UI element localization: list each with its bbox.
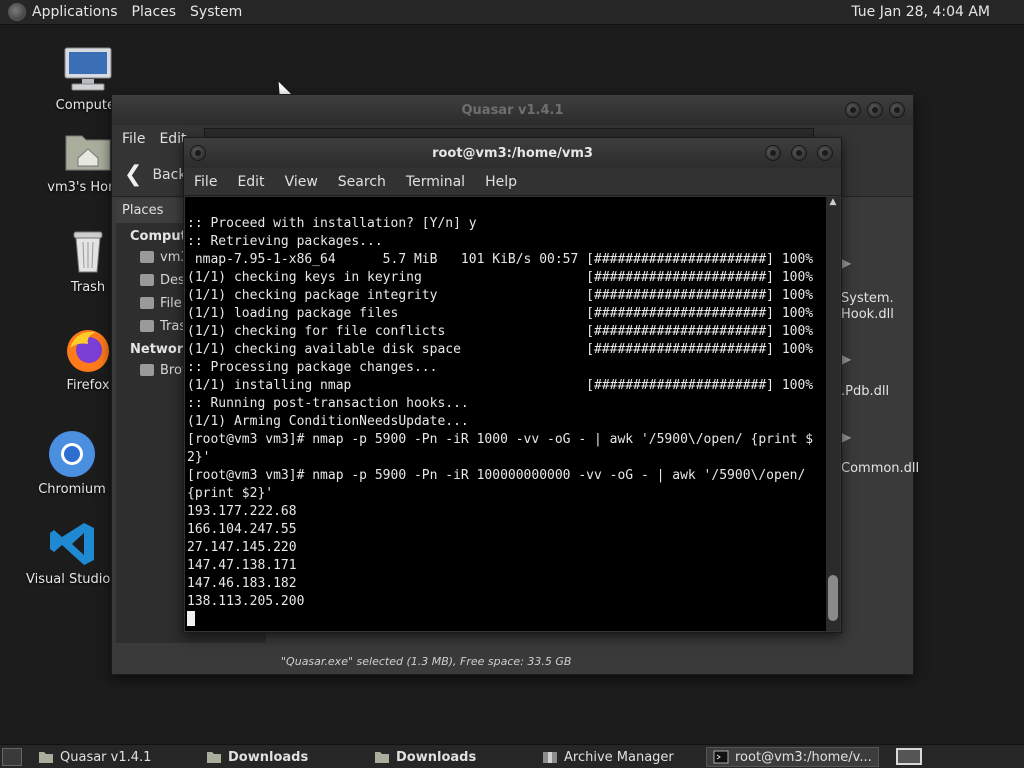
computer-icon xyxy=(62,46,114,94)
maximize-button[interactable] xyxy=(867,102,883,118)
folder-icon xyxy=(375,752,389,763)
terminal-line: (1/1) checking keys in keyring [########… xyxy=(187,270,814,285)
file-label[interactable]: System. xyxy=(841,291,894,306)
desktop-icon-vscode[interactable]: Visual Studio Co xyxy=(26,520,132,587)
terminal-titlebar[interactable]: root@vm3:/home/vm3 xyxy=(184,138,841,168)
terminal-line: 193.177.222.68 xyxy=(187,504,297,519)
file-label[interactable]: .Pdb.dll xyxy=(841,384,889,399)
terminal-menubar: File Edit View Search Terminal Help xyxy=(184,168,841,196)
drive-icon xyxy=(140,297,154,309)
chromium-icon xyxy=(46,430,98,478)
terminal-line: :: Processing package changes... xyxy=(187,360,438,375)
terminal-line: (1/1) checking for file conflicts [#####… xyxy=(187,324,814,339)
trash-icon xyxy=(140,320,154,332)
menu-system[interactable]: System xyxy=(190,4,242,20)
close-button[interactable] xyxy=(889,102,905,118)
taskbar-item-archive-manager[interactable]: Archive Manager xyxy=(542,747,674,767)
menu-file[interactable]: File xyxy=(122,131,145,147)
terminal-line: 27.147.145.220 xyxy=(187,540,297,555)
taskbar-item-label: Quasar v1.4.1 xyxy=(60,749,152,765)
terminal-scrollbar[interactable]: ▲ xyxy=(826,197,840,631)
trash-icon xyxy=(62,228,114,276)
terminal-line: :: Running post-transaction hooks... xyxy=(187,396,469,411)
applications-logo-icon[interactable] xyxy=(8,3,26,21)
terminal-window[interactable]: root@vm3:/home/vm3 File Edit View Search… xyxy=(183,137,842,633)
terminal-line: [root@vm3 vm3]# nmap -p 5900 -Pn -iR 100… xyxy=(187,468,806,483)
folder-icon xyxy=(207,752,221,763)
taskbar-item-downloads-2[interactable]: Downloads xyxy=(374,747,476,767)
close-button[interactable] xyxy=(817,145,833,161)
home-icon xyxy=(140,251,154,263)
status-bar: "Quasar.exe" selected (1.3 MB), Free spa… xyxy=(281,655,572,668)
terminal-line: 147.47.138.171 xyxy=(187,558,297,573)
terminal-line: :: Proceed with installation? [Y/n] y xyxy=(187,216,477,231)
terminal-line: nmap-7.95-1-x86_64 5.7 MiB 101 KiB/s 00:… xyxy=(187,252,814,267)
terminal-line: (1/1) Arming ConditionNeedsUpdate... xyxy=(187,414,469,429)
vscode-icon xyxy=(48,520,100,568)
show-desktop-icon[interactable] xyxy=(2,748,22,766)
window-menu-button[interactable] xyxy=(190,145,206,161)
desktop-icon-label: Chromium xyxy=(38,482,106,497)
menu-search[interactable]: Search xyxy=(338,174,386,190)
scroll-up-arrow-icon[interactable]: ▲ xyxy=(826,197,840,211)
terminal-line: (1/1) installing nmap [#################… xyxy=(187,378,814,393)
terminal-line: (1/1) loading package files [###########… xyxy=(187,306,814,321)
terminal-line: 147.46.183.182 xyxy=(187,576,297,591)
terminal-line: 2}' xyxy=(187,450,211,465)
menu-help[interactable]: Help xyxy=(485,174,517,190)
top-panel: Applications Places System Tue Jan 28, 4… xyxy=(0,0,1024,25)
maximize-button[interactable] xyxy=(791,145,807,161)
terminal-prompt-line xyxy=(187,611,826,629)
menu-terminal[interactable]: Terminal xyxy=(406,174,465,190)
taskbar-item-terminal[interactable]: root@vm3:/home/v... xyxy=(706,747,879,767)
workspace-switcher[interactable] xyxy=(896,748,922,765)
minimize-button[interactable] xyxy=(845,102,861,118)
terminal-line: 138.113.205.200 xyxy=(187,594,305,609)
scrollbar-thumb[interactable] xyxy=(828,575,838,621)
terminal-icon xyxy=(713,750,729,764)
firefox-icon xyxy=(62,326,114,374)
terminal-line: [root@vm3 vm3]# nmap -p 5900 -Pn -iR 100… xyxy=(187,432,814,447)
menu-view[interactable]: View xyxy=(285,174,318,190)
terminal-line: (1/1) checking available disk space [###… xyxy=(187,342,814,357)
desktop-icon xyxy=(140,274,154,286)
minimize-button[interactable] xyxy=(765,145,781,161)
desktop-icon-chromium[interactable]: Chromium xyxy=(24,430,120,497)
terminal-output[interactable]: :: Proceed with installation? [Y/n] y:: … xyxy=(185,197,826,631)
file-label[interactable]: Hook.dll xyxy=(841,307,894,322)
terminal-line: :: Retrieving packages... xyxy=(187,234,383,249)
taskbar-item-label: Downloads xyxy=(396,749,477,765)
menu-file[interactable]: File xyxy=(194,174,217,190)
back-button[interactable]: Back xyxy=(152,167,186,183)
taskbar-item-downloads[interactable]: Downloads xyxy=(206,747,308,767)
clock[interactable]: Tue Jan 28, 4:04 AM xyxy=(851,4,990,20)
terminal-line: 166.104.247.55 xyxy=(187,522,297,537)
taskbar-item-label: Downloads xyxy=(228,749,309,765)
menu-applications[interactable]: Applications xyxy=(32,4,118,20)
taskbar: Quasar v1.4.1 Downloads Downloads Archiv… xyxy=(0,744,1024,768)
terminal-line: {print $2}' xyxy=(187,486,274,501)
taskbar-item-label: Archive Manager xyxy=(564,749,674,765)
window-title: Quasar v1.4.1 xyxy=(461,102,564,118)
menu-edit[interactable]: Edit xyxy=(237,174,264,190)
home-folder-icon xyxy=(62,128,114,176)
window-title: root@vm3:/home/vm3 xyxy=(432,145,593,161)
menu-places[interactable]: Places xyxy=(132,4,177,20)
file-manager-icon xyxy=(39,752,53,763)
archive-icon xyxy=(543,752,557,763)
taskbar-item-label: root@vm3:/home/v... xyxy=(735,749,872,765)
file-manager-titlebar[interactable]: Quasar v1.4.1 xyxy=(112,95,913,125)
file-label[interactable]: Common.dll xyxy=(841,461,919,476)
taskbar-item-quasar[interactable]: Quasar v1.4.1 xyxy=(38,747,151,767)
back-arrow-icon[interactable]: ❮ xyxy=(124,162,142,187)
terminal-line: (1/1) checking package integrity [######… xyxy=(187,288,814,303)
network-icon xyxy=(140,364,154,376)
desktop-icon-label: Visual Studio Co xyxy=(26,572,132,587)
text-cursor xyxy=(187,611,195,626)
